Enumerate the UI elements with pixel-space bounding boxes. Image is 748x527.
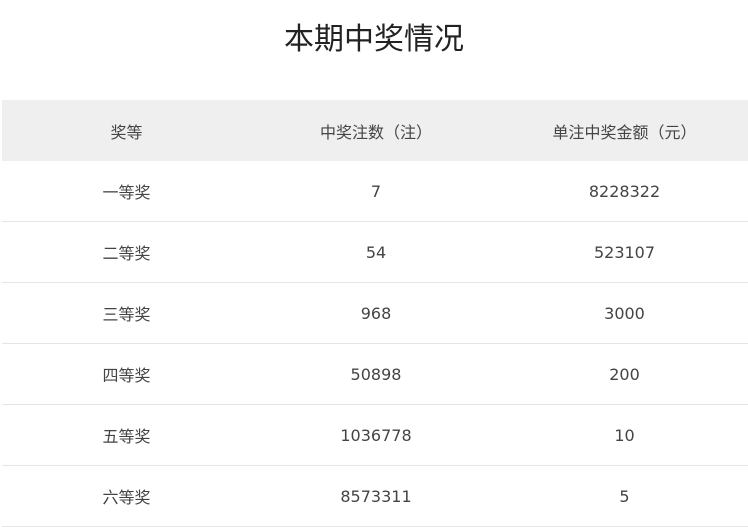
prize-amount-cell: 523107 bbox=[593, 242, 656, 262]
prize-level-cell: 二等奖 bbox=[102, 244, 151, 263]
prize-amount-cell: 5 bbox=[619, 486, 630, 506]
prize-amount-cell: 200 bbox=[609, 364, 640, 384]
table-row: 三等奖 968 3000 bbox=[2, 283, 748, 344]
winning-count-cell: 8573311 bbox=[340, 486, 412, 506]
prize-table: 奖等 中奖注数（注） 单注中奖金额（元） 一等奖 7 8228322 二等奖 5… bbox=[2, 100, 748, 527]
prize-amount-cell: 3000 bbox=[604, 303, 645, 323]
winning-count-cell: 50898 bbox=[350, 364, 402, 384]
table-row: 六等奖 8573311 5 bbox=[2, 466, 748, 527]
table-body: 一等奖 7 8228322 二等奖 54 523107 三等奖 968 3000… bbox=[2, 161, 748, 527]
table-header: 奖等 中奖注数（注） 单注中奖金额（元） bbox=[2, 100, 748, 161]
winning-count-cell: 968 bbox=[360, 303, 392, 323]
table-row: 二等奖 54 523107 bbox=[2, 222, 748, 283]
prize-level-cell: 五等奖 bbox=[102, 427, 151, 446]
header-row: 奖等 中奖注数（注） 单注中奖金额（元） bbox=[2, 100, 748, 161]
page-title: 本期中奖情况 bbox=[284, 22, 464, 57]
table-row: 四等奖 50898 200 bbox=[2, 344, 748, 405]
header-winning-count: 中奖注数（注） bbox=[319, 122, 432, 142]
winning-count-cell: 1036778 bbox=[340, 425, 412, 445]
header-prize-level: 奖等 bbox=[110, 122, 143, 142]
prize-amount-cell: 8228322 bbox=[588, 181, 661, 201]
table-row: 一等奖 7 8228322 bbox=[2, 161, 748, 222]
winning-count-cell: 54 bbox=[365, 242, 387, 262]
prize-level-cell: 六等奖 bbox=[102, 488, 151, 507]
table-row: 五等奖 1036778 10 bbox=[2, 405, 748, 466]
winning-count-cell: 7 bbox=[370, 181, 382, 201]
prize-level-cell: 一等奖 bbox=[102, 183, 151, 202]
header-prize-amount: 单注中奖金额（元） bbox=[552, 122, 697, 142]
prize-amount-cell: 10 bbox=[614, 425, 635, 445]
prize-level-cell: 四等奖 bbox=[102, 366, 151, 385]
prize-level-cell: 三等奖 bbox=[102, 305, 151, 324]
